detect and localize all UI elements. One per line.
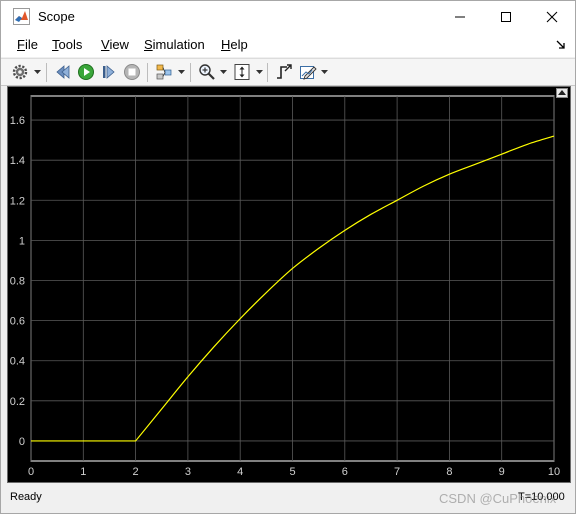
y-tick-label: 1.6 <box>10 115 25 127</box>
y-tick-label: 0.2 <box>10 396 25 408</box>
x-tick-label: 6 <box>342 466 348 478</box>
x-tick-label: 5 <box>289 466 295 478</box>
x-tick-label: 7 <box>394 466 400 478</box>
arrow-up-icon <box>558 90 566 95</box>
y-tick-label: 1.4 <box>10 155 25 167</box>
y-tick-label: 0 <box>19 436 25 448</box>
x-tick-label: 2 <box>133 466 139 478</box>
watermark: CSDN @CuPhoenix <box>439 491 557 506</box>
x-tick-label: 9 <box>499 466 505 478</box>
y-tick-label: 0.8 <box>10 276 25 288</box>
x-tick-label: 8 <box>446 466 452 478</box>
scope-plot[interactable]: 0 1 2 3 4 5 6 7 8 9 10 0 0.2 0.4 0.6 0.8 1 1.2 1.4 1.6 <box>1 1 576 514</box>
y-tick-label: 1 <box>19 235 25 247</box>
undock-button[interactable] <box>556 88 568 98</box>
x-tick-label: 10 <box>548 466 560 478</box>
x-tick-label: 0 <box>28 466 34 478</box>
y-tick-label: 0.6 <box>10 316 25 328</box>
status-text: Ready <box>10 491 42 503</box>
x-tick-label: 3 <box>185 466 191 478</box>
y-tick-label: 1.2 <box>10 195 25 207</box>
x-tick-label: 1 <box>80 466 86 478</box>
scope-window: Scope File Tools View Simulation Help 0 … <box>0 0 576 514</box>
x-tick-label: 4 <box>237 466 243 478</box>
y-tick-label: 0.4 <box>10 356 25 368</box>
